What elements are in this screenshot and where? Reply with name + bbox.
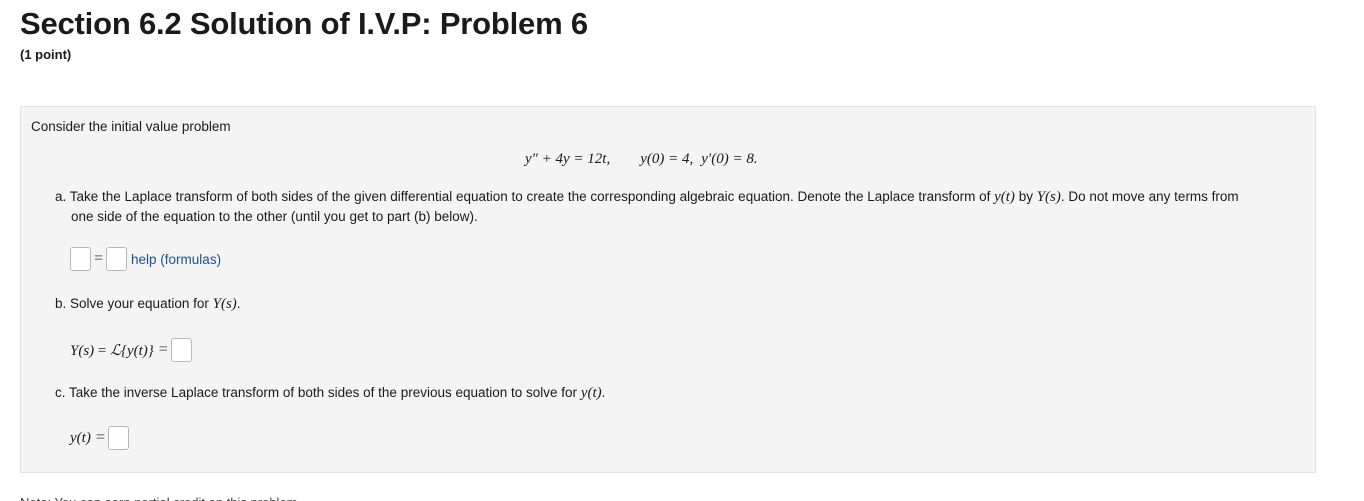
Y-of-s: Y(s) [1036,189,1061,205]
problem-panel: Consider the initial value problem y″ + … [20,106,1316,473]
page-title: Section 6.2 Solution of I.V.P: Problem 6 [20,6,588,41]
part-b-lhs: Y(s) = ℒ{y(t)} [70,341,154,360]
part-a-text-by: by [1014,189,1037,204]
part-b-answer-row: Y(s) = ℒ{y(t)} = [70,338,192,362]
laplace-symbol: ℒ [110,340,121,359]
part-a-answer-row: = help (formulas) [70,247,221,271]
footer-note: Note: You can earn partial credit on thi… [20,495,320,501]
part-a-text-end: . Do not move any terms from [1060,189,1239,204]
initial-condition-2: y′(0) = 8. [701,151,758,167]
part-c-text: c. Take the inverse Laplace transform of… [55,385,581,400]
part-c-lhs: y(t) [70,429,91,446]
part-c-instructions: c. Take the inverse Laplace transform of… [55,383,605,403]
equals-sign: = [94,250,104,267]
part-c-input[interactable] [107,426,129,450]
initial-condition-1: y(0) = 4, [640,151,694,167]
y-of-t: y(t) [994,189,1015,205]
part-b-instructions: b. Solve your equation for Y(s). [55,294,241,314]
part-a-lhs-input[interactable] [70,247,91,271]
equals-sign: = [94,342,111,359]
part-a-rhs-input[interactable] [106,247,128,271]
help-formulas-link[interactable]: help (formulas) [131,252,221,267]
ivp-equation: y″ + 4y = 12t, y(0) = 4, y′(0) = 8. [525,151,758,168]
y-of-t: y(t) [580,385,602,401]
period: . [601,385,606,400]
part-a-text-line2: one side of the equation to the other (u… [71,209,478,224]
period: . [236,296,241,311]
ode-expression: y″ + 4y = 12t, [525,151,611,167]
part-b-text: b. Solve your equation for [55,296,213,311]
Y-of-s: Y(s) [70,342,95,359]
part-a-instructions: a. Take the Laplace transform of both si… [55,187,1305,227]
points-label: (1 point) [20,47,72,62]
problem-intro: Consider the initial value problem [31,119,231,134]
laplace-argument: {y(t)} [120,342,154,359]
equals-sign: = [158,341,168,358]
part-a-text: a. Take the Laplace transform of both si… [55,189,995,204]
part-b-input[interactable] [170,338,192,362]
Y-of-s: Y(s) [212,296,237,312]
equals-sign: = [95,429,105,446]
part-c-answer-row: y(t) = [70,426,129,450]
